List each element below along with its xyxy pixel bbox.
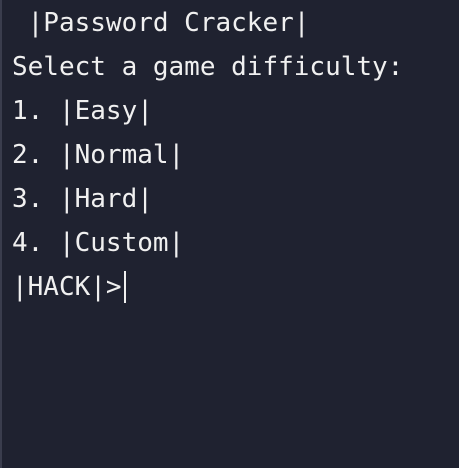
hack-prompt: |HACK|> [12, 272, 122, 302]
option-label: |Custom| [58, 228, 185, 258]
option-label: |Normal| [58, 140, 185, 170]
game-title: |Password Cracker| [12, 8, 310, 38]
difficulty-prompt: Select a game difficulty: [12, 52, 404, 82]
difficulty-option-hard: 3. |Hard| [12, 177, 403, 221]
option-number: 1. [12, 96, 59, 126]
option-label: |Easy| [58, 96, 153, 126]
difficulty-option-custom: 4. |Custom| [12, 221, 403, 265]
option-number: 3. [12, 184, 59, 214]
text-cursor [123, 271, 126, 303]
terminal-output: |Password Cracker| Select a game difficu… [12, 1, 403, 309]
terminal-window[interactable]: |Password Cracker| Select a game difficu… [0, 0, 459, 468]
difficulty-option-easy: 1. |Easy| [12, 89, 403, 133]
difficulty-option-normal: 2. |Normal| [12, 133, 403, 177]
option-number: 4. [12, 228, 59, 258]
command-input-line[interactable]: |HACK|> [12, 265, 403, 309]
option-number: 2. [12, 140, 59, 170]
option-label: |Hard| [58, 184, 153, 214]
